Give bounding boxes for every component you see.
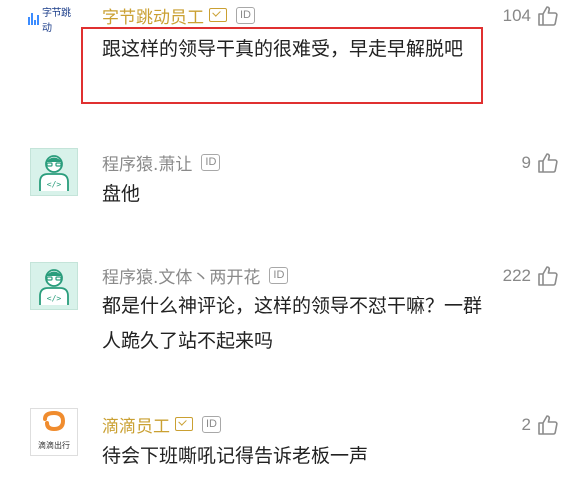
svg-text:</>: </> bbox=[47, 180, 62, 189]
comment-header: 程序猿.文体丶两开花 ID bbox=[102, 263, 289, 288]
id-badge: ID bbox=[202, 415, 221, 433]
comment-text: 盘他 bbox=[102, 183, 141, 205]
like-count: 9 bbox=[521, 153, 531, 172]
coder-avatar-icon[interactable]: </> bbox=[30, 262, 78, 310]
bytedance-logo-icon[interactable]: 字节跳动 bbox=[28, 4, 76, 34]
comment-item: </> 程序猿.文体丶两开花 ID 222 都是什么神评论，这样的领导不怼干嘛？… bbox=[0, 262, 578, 372]
id-badge: ID bbox=[236, 6, 255, 24]
id-badge: ID bbox=[269, 266, 289, 284]
bytedance-brand-text: 字节跳动 bbox=[42, 8, 71, 34]
thumbs-up-icon bbox=[538, 153, 558, 173]
comment-header: 滴滴员工 ID bbox=[102, 412, 221, 437]
comment-author[interactable]: 程序猿.文体丶两开花 bbox=[102, 263, 260, 288]
comment-item: 滴滴出行 滴滴员工 ID 2 待会下班嘶吼记得告诉老板一声 bbox=[0, 408, 578, 480]
like-count: 222 bbox=[502, 266, 531, 285]
like-button[interactable]: 9 bbox=[522, 150, 560, 176]
svg-text:</>: </> bbox=[47, 294, 62, 303]
didi-brand-text: 滴滴出行 bbox=[38, 441, 70, 450]
thumbs-up-icon bbox=[538, 415, 558, 435]
id-badge: ID bbox=[201, 153, 221, 171]
didi-logo-icon[interactable]: 滴滴出行 bbox=[30, 408, 78, 456]
comment-text: 待会下班嘶吼记得告诉老板一声 bbox=[102, 445, 369, 467]
like-count: 2 bbox=[521, 415, 531, 434]
thumbs-up-icon bbox=[538, 266, 558, 286]
comment-author[interactable]: 字节跳动员工 bbox=[102, 3, 204, 28]
coder-avatar-icon[interactable]: </> bbox=[30, 148, 78, 196]
comment-author[interactable]: 程序猿.萧让 bbox=[102, 150, 192, 175]
comment-text: 都是什么神评论，这样的领导不怼干嘛？一群人跪久了站不起来吗 bbox=[102, 295, 483, 352]
like-button[interactable]: 104 bbox=[503, 3, 560, 29]
verified-icon bbox=[175, 417, 193, 431]
like-count: 104 bbox=[502, 6, 531, 25]
comment-item: </> 程序猿.萧让 ID 9 盘他 bbox=[0, 148, 578, 228]
comment-author[interactable]: 滴滴员工 bbox=[102, 412, 170, 437]
verified-icon bbox=[209, 8, 227, 22]
comment-header: 程序猿.萧让 ID bbox=[102, 150, 221, 175]
like-button[interactable]: 2 bbox=[522, 412, 560, 438]
thumbs-up-icon bbox=[538, 6, 558, 26]
highlight-annotation bbox=[81, 27, 483, 104]
comment-header: 字节跳动员工 ID bbox=[102, 3, 255, 28]
bytedance-mark-icon bbox=[28, 13, 39, 25]
like-button[interactable]: 222 bbox=[503, 263, 560, 289]
comment-item: 字节跳动 字节跳动员工 ID 104 跟这样的领导干真的很难受，早走早解脱吧 bbox=[0, 0, 578, 110]
